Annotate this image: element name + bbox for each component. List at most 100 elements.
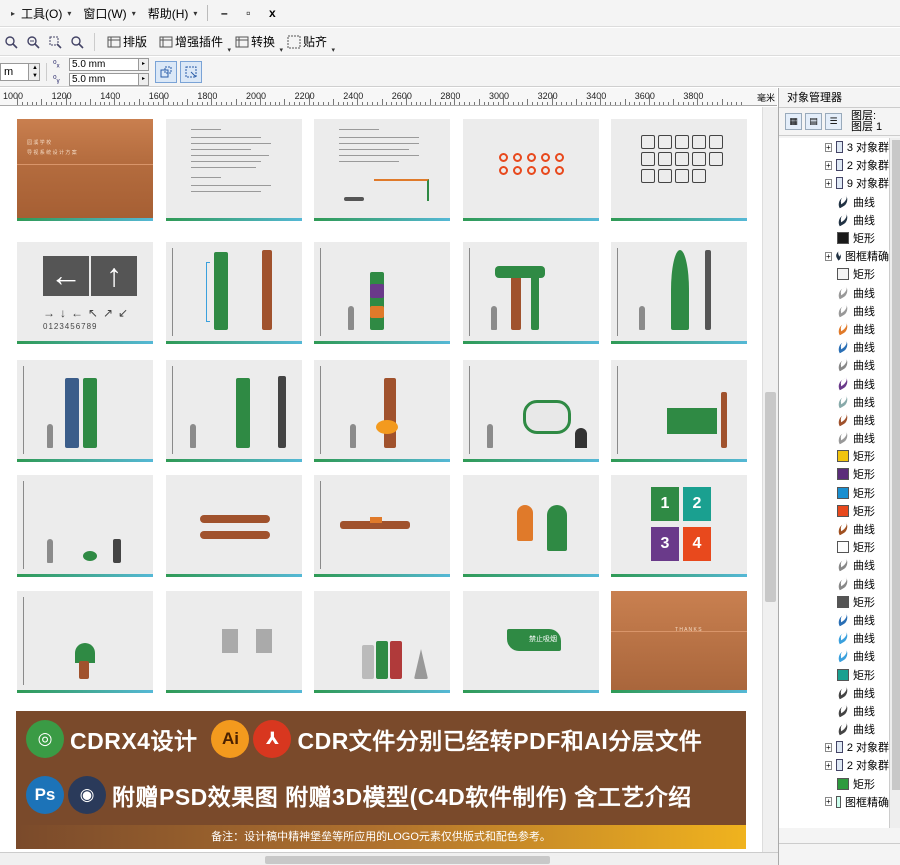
menu-window[interactable]: 窗口(W) ▾ (77, 0, 141, 27)
page-text-2[interactable] (314, 119, 450, 221)
tree-item[interactable]: 曲线 (779, 611, 889, 629)
tree-item[interactable]: 曲线 (779, 338, 889, 356)
drawing-canvas[interactable]: 园 溪 学 校 导 视 系 统 设 计 方 案 ← ↑ →↓←↖↗↙ 01234… (0, 107, 762, 852)
tree-item[interactable]: 曲线 (779, 211, 889, 229)
page-cover[interactable]: 园 溪 学 校 导 视 系 统 设 计 方 案 (17, 119, 153, 221)
zoom-out-icon[interactable] (22, 31, 44, 53)
tree-item[interactable]: 曲线 (779, 393, 889, 411)
expand-icon[interactable]: + (825, 742, 832, 752)
tree-item[interactable]: 矩形 (779, 265, 889, 283)
offset-y-spinner[interactable]: ▸ (139, 72, 149, 86)
tree-item[interactable]: 曲线 (779, 411, 889, 429)
page-totem-1[interactable] (166, 242, 302, 344)
tree-item[interactable]: 曲线 (779, 193, 889, 211)
expand-icon[interactable]: + (825, 797, 832, 807)
tree-item[interactable]: +2 对象群 (779, 738, 889, 756)
tree-item[interactable]: 曲线 (779, 284, 889, 302)
page-totem-4[interactable] (611, 242, 747, 344)
vertical-scrollbar[interactable] (762, 107, 778, 852)
tree-item[interactable]: 矩形 (779, 447, 889, 465)
expand-icon[interactable]: + (825, 160, 832, 170)
tree-item[interactable]: 曲线 (779, 320, 889, 338)
show-properties-icon[interactable]: ▦ (785, 113, 802, 130)
menu-help[interactable]: 帮助(H) ▾ (142, 0, 204, 27)
transform-icon[interactable] (180, 60, 202, 83)
page-totem-7[interactable] (314, 360, 450, 462)
tree-item[interactable]: 矩形 (779, 538, 889, 556)
page-hanging-signs[interactable] (166, 475, 302, 577)
layout-button[interactable]: 排版 (101, 30, 153, 54)
tree-item[interactable]: + 图框精确 (779, 247, 889, 265)
zoom-page-icon[interactable] (66, 31, 88, 53)
expand-icon[interactable]: + (825, 142, 832, 152)
zoom-in-icon[interactable] (0, 31, 22, 53)
tree-item[interactable]: 曲线 (779, 684, 889, 702)
restore-button[interactable]: ▫ (236, 6, 260, 20)
tree-item[interactable]: 曲线 (779, 702, 889, 720)
page-lamp[interactable] (17, 475, 153, 577)
tree-item[interactable]: 矩形 (779, 593, 889, 611)
tree-item[interactable]: 曲线 (779, 556, 889, 574)
offset-y-input[interactable]: 5.0 mm (69, 72, 139, 86)
scroll-thumb[interactable] (892, 140, 900, 790)
offset-x-spinner[interactable]: ▸ (139, 57, 149, 71)
tree-item[interactable]: + 图框精确 (779, 793, 889, 811)
edit-across-layers-icon[interactable]: ▤ (805, 113, 822, 130)
close-button[interactable]: x (260, 6, 284, 20)
snap-button[interactable]: 贴齐 ▾ (281, 30, 335, 54)
page-thanks[interactable]: T H A N K S (611, 591, 747, 693)
menu-tools[interactable]: ▸ 工具(O) ▾ (0, 0, 77, 27)
expand-icon[interactable]: + (825, 760, 832, 770)
page-no-smoking[interactable]: 禁止吸烟 (463, 591, 599, 693)
convert-button[interactable]: 转换 ▾ (229, 30, 283, 54)
tree-item[interactable]: 曲线 (779, 356, 889, 374)
tree-item[interactable]: 矩形 (779, 665, 889, 683)
object-tree[interactable]: +3 对象群 +2 对象群 +9 对象群 曲线 曲线 矩形 + 图框精确 矩形 曲线 曲线 曲线 曲线曲… (779, 138, 889, 828)
page-totem-6[interactable] (166, 360, 302, 462)
tree-item[interactable]: 矩形 (779, 775, 889, 793)
scroll-thumb[interactable] (265, 856, 550, 864)
page-arrows[interactable]: ← ↑ →↓←↖↗↙ 0123456789 (17, 242, 153, 344)
tree-item[interactable]: 曲线 (779, 302, 889, 320)
offset-x-input[interactable]: 5.0 mm (69, 57, 139, 71)
spinner-arrows[interactable]: ▲ ▼ (28, 63, 39, 80)
tree-item[interactable]: 矩形 (779, 465, 889, 483)
tree-item[interactable]: 曲线 (779, 429, 889, 447)
zoom-selected-icon[interactable] (44, 31, 66, 53)
horizontal-scrollbar[interactable] (0, 852, 778, 865)
tree-item[interactable]: +9 对象群 (779, 174, 889, 192)
page-totem-3[interactable] (463, 242, 599, 344)
expand-icon[interactable]: + (825, 251, 832, 261)
page-wayfinding[interactable]: 1 2 3 4 (611, 475, 747, 577)
tree-item[interactable]: 曲线 (779, 720, 889, 738)
page-pictograms[interactable] (611, 119, 747, 221)
scroll-thumb[interactable] (765, 392, 776, 602)
tree-item[interactable]: +3 对象群 (779, 138, 889, 156)
minimize-button[interactable]: – (212, 6, 236, 20)
treat-as-filled-icon[interactable] (155, 60, 177, 83)
tree-item[interactable]: 矩形 (779, 502, 889, 520)
page-door-sign[interactable] (463, 475, 599, 577)
page-projecting-signs[interactable] (166, 591, 302, 693)
tree-item[interactable]: 曲线 (779, 575, 889, 593)
panel-scrollbar[interactable] (889, 138, 900, 828)
tree-item[interactable]: 曲线 (779, 374, 889, 392)
horizontal-ruler[interactable]: 1000 1200 1400 1600 1800 2000 2200 2400 2600 2800… (0, 88, 777, 106)
tree-item[interactable]: 矩形 (779, 229, 889, 247)
page-notice-board[interactable] (611, 360, 747, 462)
tree-item[interactable]: +2 对象群 (779, 156, 889, 174)
page-billboard[interactable] (463, 360, 599, 462)
tree-item[interactable]: 矩形 (779, 484, 889, 502)
plugin-button[interactable]: 增强插件 ▾ (153, 30, 231, 54)
tree-item[interactable]: +2 对象群 (779, 756, 889, 774)
tree-item[interactable]: 曲线 (779, 629, 889, 647)
nudge-input[interactable]: m ▲ ▼ (0, 62, 40, 81)
page-prohibition-icons[interactable] (463, 119, 599, 221)
tree-item[interactable]: 曲线 (779, 520, 889, 538)
page-small-totem[interactable] (17, 591, 153, 693)
page-totem-2[interactable] (314, 242, 450, 344)
expand-icon[interactable]: + (825, 178, 832, 188)
page-totem-5[interactable] (17, 360, 153, 462)
layer-manager-icon[interactable]: ☰ (825, 113, 842, 130)
page-wall-sign[interactable] (314, 475, 450, 577)
